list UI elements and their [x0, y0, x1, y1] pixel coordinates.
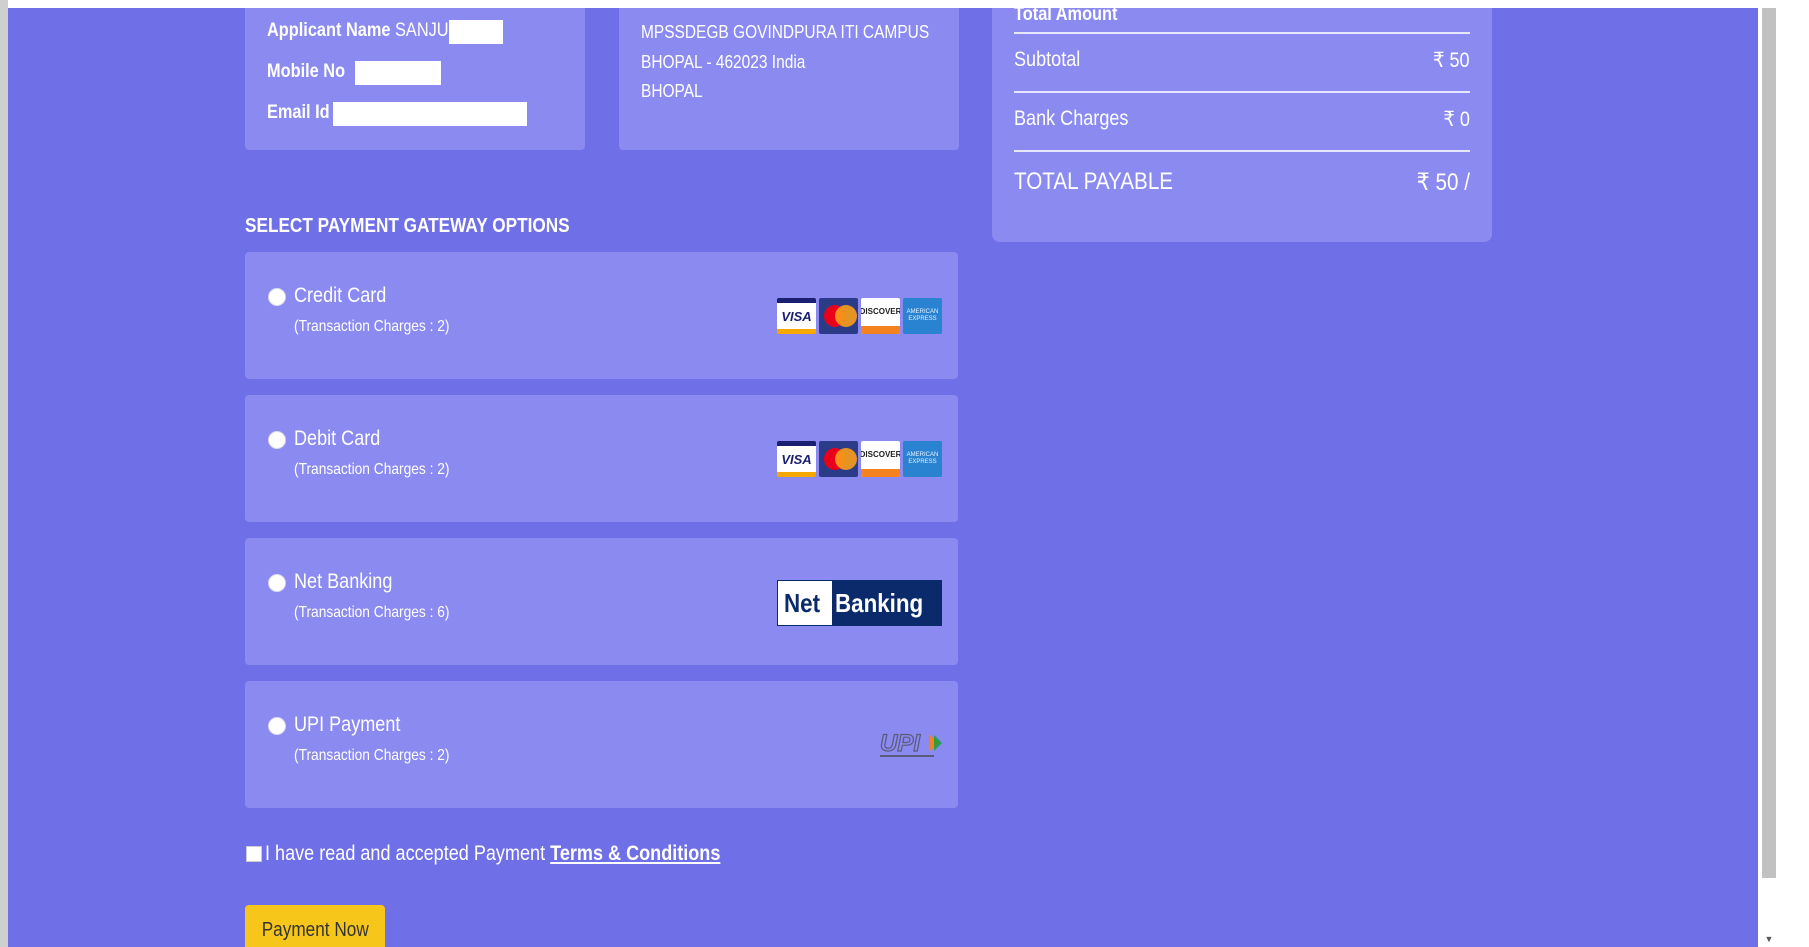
- browser-left-edge: [0, 0, 8, 947]
- option-label: Debit Card: [294, 427, 381, 450]
- subtotal-value: ₹ 50: [1433, 49, 1470, 72]
- payment-option-debit-card[interactable]: Debit Card (Transaction Charges : 2) VIS…: [245, 395, 958, 522]
- bank-charges-row: Bank Charges ₹ 0: [1014, 91, 1470, 151]
- amex-icon: AMERICAN EXPRESS: [903, 441, 942, 477]
- payment-option-credit-card[interactable]: Credit Card (Transaction Charges : 2) VI…: [245, 252, 958, 379]
- summary-heading: Total Amount: [1014, 8, 1118, 25]
- bank-charges-value: ₹ 0: [1443, 108, 1470, 131]
- bank-charges-label: Bank Charges: [1014, 107, 1129, 130]
- amex-icon: AMERICAN EXPRESS: [903, 298, 942, 334]
- applicant-name-row: Applicant Name SANJU: [267, 20, 503, 44]
- option-label: UPI Payment: [294, 713, 401, 736]
- terms-link[interactable]: Terms & Conditions: [550, 842, 720, 865]
- payment-summary-card: Total Amount Subtotal ₹ 50 Bank Charges …: [992, 8, 1492, 242]
- net-text: Net: [778, 581, 832, 625]
- mobile-label: Mobile No: [267, 61, 346, 82]
- address-line-3: BHOPAL: [641, 81, 703, 101]
- mastercard-icon: [819, 298, 858, 334]
- upi-logo: UPI: [879, 729, 942, 758]
- upi-text: UPI: [880, 730, 921, 757]
- subtotal-row: Subtotal ₹ 50: [1014, 32, 1470, 92]
- net-banking-radio[interactable]: [268, 574, 286, 592]
- card-brands-logo: VISA DISCOVER AMERICAN EXPRESS: [777, 298, 942, 334]
- total-payable-row: TOTAL PAYABLE ₹ 50 /: [1014, 150, 1470, 210]
- address-line-2: BHOPAL - 462023 India: [641, 52, 806, 72]
- upi-radio[interactable]: [268, 717, 286, 735]
- email-row: Email Id: [267, 102, 527, 126]
- option-charges: (Transaction Charges : 6): [294, 604, 450, 621]
- terms-text: I have read and accepted Payment Terms &…: [265, 842, 795, 866]
- option-charges: (Transaction Charges : 2): [294, 318, 450, 335]
- address-line-1: MPSSDEGB GOVINDPURA ITI CAMPUS: [641, 22, 930, 42]
- applicant-info-card: Applicant Name SANJU Mobile No Email Id: [245, 8, 585, 150]
- total-payable-label: TOTAL PAYABLE: [1014, 168, 1174, 195]
- payment-page: Applicant Name SANJU Mobile No Email Id …: [8, 8, 1758, 947]
- debit-card-radio[interactable]: [268, 431, 286, 449]
- scroll-thumb[interactable]: [1762, 8, 1776, 878]
- discover-icon: DISCOVER: [861, 298, 900, 334]
- email-label: Email Id: [267, 102, 330, 123]
- discover-icon: DISCOVER: [861, 441, 900, 477]
- banking-text: Banking: [832, 581, 941, 625]
- mastercard-icon: [819, 441, 858, 477]
- card-brands-logo: VISA DISCOVER AMERICAN EXPRESS: [777, 441, 942, 477]
- browser-top-edge: [0, 0, 1809, 8]
- payment-option-net-banking[interactable]: Net Banking (Transaction Charges : 6) Ne…: [245, 538, 958, 665]
- applicant-name-value: SANJU: [395, 20, 449, 41]
- option-charges: (Transaction Charges : 2): [294, 747, 450, 764]
- redacted-mobile: [355, 61, 441, 85]
- mobile-row: Mobile No: [267, 61, 441, 85]
- payment-now-button[interactable]: Payment Now: [245, 905, 385, 947]
- option-label: Credit Card: [294, 284, 387, 307]
- terms-prefix: I have read and accepted Payment: [265, 842, 546, 865]
- option-charges: (Transaction Charges : 2): [294, 461, 450, 478]
- total-payable-value: ₹ 50 /: [1416, 169, 1470, 196]
- redacted-email: [333, 102, 527, 126]
- credit-card-radio[interactable]: [268, 288, 286, 306]
- visa-icon: VISA: [777, 298, 816, 334]
- redacted-field: [449, 20, 503, 44]
- vertical-scrollbar[interactable]: ▼: [1758, 8, 1780, 947]
- gateway-options-heading: SELECT PAYMENT GATEWAY OPTIONS: [245, 215, 570, 237]
- option-label: Net Banking: [294, 570, 393, 593]
- visa-icon: VISA: [777, 441, 816, 477]
- net-banking-logo: Net Banking: [777, 580, 942, 626]
- subtotal-label: Subtotal: [1014, 48, 1081, 71]
- scroll-down-arrow-icon[interactable]: ▼: [1758, 931, 1780, 947]
- address-card: MPSSDEGB GOVINDPURA ITI CAMPUS BHOPAL - …: [619, 8, 959, 150]
- applicant-name-label: Applicant Name: [267, 20, 391, 41]
- terms-checkbox[interactable]: [246, 846, 262, 862]
- payment-option-upi[interactable]: UPI Payment (Transaction Charges : 2) UP…: [245, 681, 958, 808]
